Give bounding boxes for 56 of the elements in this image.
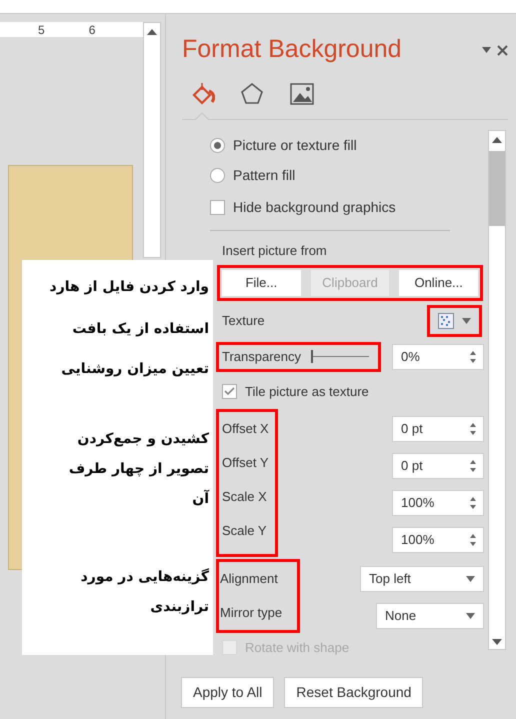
spinner-icon[interactable] [469,494,477,510]
picture-icon[interactable] [289,81,315,107]
texture-label: Texture [222,312,265,330]
field-label: Alignment [219,570,279,588]
spin-field[interactable]: 100% [392,490,484,516]
annotation-text: وارد کردن فایل از هارد [48,278,209,297]
scrollbar[interactable] [488,130,506,650]
pane-title: Format Background [182,34,402,66]
spinner-icon[interactable] [469,458,477,474]
insert-button[interactable]: File... [222,270,301,296]
spin-field[interactable]: 0 pt [392,416,484,442]
option-label: Picture or texture fill [233,136,357,154]
slider-track[interactable] [311,350,369,363]
dropdown[interactable]: None [376,602,484,628]
scrollbar[interactable] [143,22,161,258]
checkbox[interactable] [222,384,237,399]
spin-field[interactable]: 0% [392,344,484,370]
pentagon-icon[interactable] [239,81,265,107]
annotation-text: استفاده از یک بافت [71,320,209,339]
field-label: Scale Y [221,522,268,540]
scroll-up-icon[interactable] [147,29,157,35]
dropdown[interactable]: Top left [360,566,484,592]
spin-field[interactable]: 100% [392,526,484,552]
checkbox[interactable] [210,200,225,214]
close-icon[interactable] [497,44,508,56]
section-label: Insert picture from [222,242,328,260]
radio-button[interactable] [210,168,225,182]
spinner-icon[interactable] [469,348,477,364]
action-button[interactable]: Reset Background [284,676,424,708]
transparency-label: Transparency [222,348,301,366]
field-label: Scale X [221,488,268,506]
spin-field[interactable]: 0 pt [392,452,484,478]
ruler-number: 5 [38,22,45,38]
field-label: Mirror type [219,604,284,622]
annotation-text: تعیین میزان روشنایی [60,360,209,379]
texture-swatch-icon[interactable] [438,312,454,328]
caret-icon[interactable] [462,318,471,324]
annotation-text: گزینه‌هایی در مورد ترازبندی [80,567,209,617]
caret-icon[interactable] [466,576,475,582]
dropdown-icon[interactable] [482,47,491,53]
spinner-icon[interactable] [469,532,477,548]
radio-button[interactable] [210,138,225,152]
ruler-number: 6 [88,22,96,38]
option-label: Hide background graphics [233,198,396,217]
insert-button[interactable]: Online... [399,270,478,296]
option-label: Tile picture as texture [245,382,369,401]
field-label: Offset Y [221,454,270,472]
annotation-text: کشیدن و جمع‌کردن تصویر از چهار طرف آن [68,430,209,509]
spinner-icon[interactable] [469,420,477,436]
scroll-up-icon[interactable] [492,137,502,143]
scroll-down-icon[interactable] [492,639,502,645]
scroll-thumb[interactable] [489,151,505,226]
caret-icon[interactable] [466,612,475,618]
option-label: Pattern fill [233,166,296,184]
field-label: Offset X [221,420,270,438]
action-button[interactable]: Apply to All [181,676,274,708]
